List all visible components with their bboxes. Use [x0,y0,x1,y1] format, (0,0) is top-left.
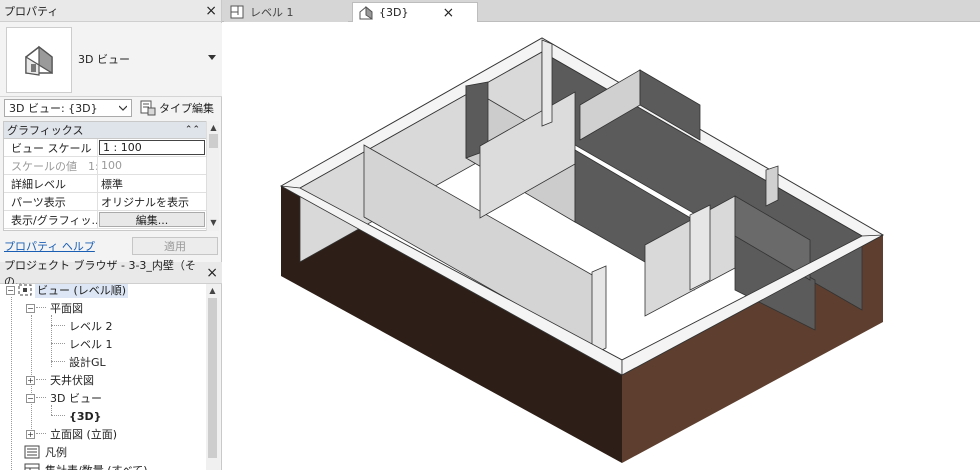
prop-name: スケールの値 1: [4,157,98,174]
collapse-icon[interactable]: ⌃⌃ [185,125,200,135]
view-tab-bar: レベル 1 {3D} × [222,0,980,22]
tree-item-legends[interactable]: 凡例 [24,443,67,461]
scroll-up-icon[interactable]: ▲ [207,121,220,134]
project-browser-scrollbar[interactable]: ▲ [206,284,220,470]
tree-item-ceiling-plans[interactable]: + 天井伏図 [26,371,94,389]
view-scale-input[interactable]: 1 : 100 [99,140,205,155]
scroll-up-icon[interactable]: ▲ [206,284,219,297]
type-name: 3D ビュー [78,53,130,66]
visibility-graphics-edit-button[interactable]: 編集... [99,212,205,227]
tree-item-3d-views[interactable]: − 3D ビュー [26,389,102,407]
tree-item-views[interactable]: − ビュー (レベル順) [6,284,129,299]
tree-item-design-gl[interactable]: 設計GL [69,353,106,371]
views-icon [18,284,32,296]
prop-row-scale-value: スケールの値 1: 100 [4,157,206,175]
scroll-thumb[interactable] [209,134,218,148]
tree-label: 設計GL [69,356,106,369]
floor-plan-icon [230,5,244,19]
prop-value: 100 [101,159,122,172]
edit-type-button[interactable]: タイプ編集 [140,100,214,116]
prop-row-detail-level: 詳細レベル 標準 [4,175,206,193]
expand-icon[interactable]: + [26,429,35,439]
instance-filter-value: 3D ビュー: {3D} [9,102,98,115]
collapse-icon[interactable]: − [26,393,35,403]
schedule-icon [24,463,40,470]
instance-row: 3D ビュー: {3D} タイプ編集 [0,97,222,119]
properties-help-link[interactable]: プロパティ ヘルプ [4,238,95,254]
column-2 [591,265,607,356]
prop-name: ビュー スケール [4,139,98,156]
collapse-icon[interactable]: − [26,303,35,313]
properties-grid: グラフィックス ⌃⌃ ビュー スケール 1 : 100 スケールの値 1: 10… [3,121,207,231]
tab-label: レベル 1 [250,6,294,19]
tree-item-3d[interactable]: {3D} [69,407,101,425]
tree-label: 平面図 [50,302,83,315]
properties-scrollbar[interactable]: ▲ ▼ [206,121,219,231]
tab-3d[interactable]: {3D} × [352,2,478,22]
category-graphics[interactable]: グラフィックス ⌃⌃ [4,122,206,139]
prop-name: 表示/グラフィッ... [4,211,98,228]
tree-item-level-1[interactable]: レベル 1 [69,335,113,353]
tree-label: {3D} [69,409,102,423]
prop-name: 詳細レベル [4,175,98,192]
properties-close-button[interactable]: × [205,4,217,18]
tab-level-1[interactable]: レベル 1 [224,2,348,22]
scroll-thumb[interactable] [208,298,217,458]
properties-title: プロパティ [4,4,59,18]
tree-label: 凡例 [45,446,67,459]
prop-row-visibility-graphics: 表示/グラフィッ... 編集... [4,211,206,229]
tree-label: レベル 2 [69,320,113,333]
detail-level-select[interactable]: 標準 [98,175,206,192]
apply-button[interactable]: 適用 [132,237,218,255]
chevron-down-icon[interactable] [208,55,216,60]
chevron-down-icon [119,105,127,111]
tree-item-schedules[interactable]: 集計表/数量 (すべて) [24,461,148,470]
parts-visibility-select[interactable]: オリジナルを表示 [98,193,206,210]
collapse-icon[interactable]: − [6,285,15,295]
tab-close-button[interactable]: × [442,6,454,20]
project-browser-tree: − ビュー (レベル順) − 平面図 レベル 2 レベル 1 設計GL + 天井… [0,284,206,470]
column-3 [765,165,779,207]
properties-header: プロパティ × [0,0,221,22]
project-browser-header: プロジェクト ブラウザ - 3-3_内壁（その... × [0,259,222,288]
house-3d-icon [359,5,373,20]
tree-label: 天井伏図 [50,374,94,387]
left-panel: プロパティ × 3D ビュー 3D ビュー: {3D} タイプ編集 グラフィック… [0,0,222,470]
tab-label: {3D} [379,6,409,19]
column-1 [689,204,711,291]
instance-filter-select[interactable]: 3D ビュー: {3D} [4,99,132,117]
tree-item-floor-plans[interactable]: − 平面図 [26,299,83,317]
category-label: グラフィックス [7,124,84,137]
prop-row-view-scale: ビュー スケール 1 : 100 [4,139,206,157]
prop-name: パーツ表示 [4,193,98,210]
type-selector[interactable]: 3D ビュー [0,23,222,97]
expand-icon[interactable]: + [26,375,35,385]
project-browser-close-button[interactable]: × [206,266,218,280]
tree-item-level-2[interactable]: レベル 2 [69,317,113,335]
tree-label: ビュー (レベル順) [35,284,129,298]
3d-view-canvas[interactable] [224,22,980,470]
properties-footer: プロパティ ヘルプ 適用 [0,235,222,257]
house-3d-icon [6,27,72,93]
building-model [279,37,885,463]
tree-label: 集計表/数量 (すべて) [45,462,148,470]
legend-icon [24,445,40,459]
edit-type-label: タイプ編集 [159,102,214,115]
tree-label: レベル 1 [69,338,113,351]
tree-label: 3D ビュー [50,392,102,405]
scroll-down-icon[interactable]: ▼ [207,216,220,229]
column-back [541,39,553,127]
tree-label: 立面図 (立面) [50,428,118,441]
edit-type-icon [140,100,156,116]
tree-item-elevations[interactable]: + 立面図 (立面) [26,425,117,443]
prop-row-parts-visibility: パーツ表示 オリジナルを表示 [4,193,206,211]
